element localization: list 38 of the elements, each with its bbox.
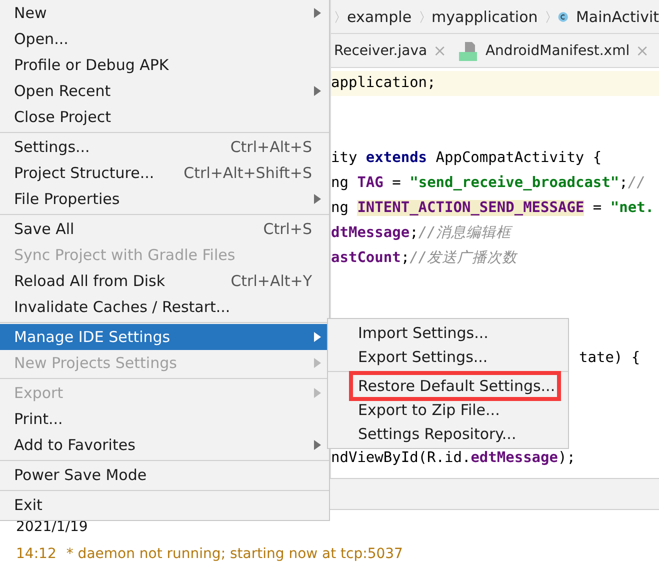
menu-item[interactable]: Settings... Ctrl+Alt+S [0,134,329,160]
menu-item[interactable]: Close Project [0,104,329,130]
menu-item[interactable]: Exit [0,492,329,518]
log-line: 14:12 * daemon not running; starting now at tcp:5037 [16,545,404,563]
menu-item[interactable]: Project Structure... Ctrl+Alt+Shift+S [0,160,329,186]
menu-item[interactable]: Power Save Mode [0,462,329,488]
menu-item[interactable]: New [0,0,329,26]
menu-item[interactable]: Import Settings... [328,321,554,345]
code-line: application; [331,75,436,91]
tab-label: AndroidManifest.xml [485,42,630,58]
menu-item[interactable]: Reload All from Disk Ctrl+Alt+Y [0,268,329,294]
code-line: ndViewById(R.id.edtMessage); [331,450,576,466]
menu-item[interactable]: Export Settings... [328,345,554,369]
menu-item[interactable]: Add to Favorites [0,432,329,458]
menu-item[interactable]: Invalidate Caches / Restart... [0,294,329,320]
menu-item[interactable]: Profile or Debug APK [0,52,329,78]
breadcrumb-item[interactable]: example [346,8,412,26]
menu-item[interactable]: Manage IDE Settings [0,324,329,350]
menu-item[interactable]: Restore Default Settings... [352,374,558,398]
menu-item[interactable]: Open Recent [0,78,329,104]
editor-tab[interactable]: AndroidManifest.xml × [456,34,659,67]
code-line: tate) { [579,350,640,366]
code-line: ng TAG = "send_receive_broadcast";// [331,175,646,191]
menu-item[interactable]: Settings Repository... [328,422,554,446]
manifest-file-icon [459,40,480,60]
code-line: astCount;//发送广播次数 [331,250,518,266]
menu-item[interactable]: File Properties [0,186,329,212]
code-line: dtMessage;//消息编辑框 [331,225,511,241]
menu-item[interactable]: Export to Zip File... [328,398,554,422]
tab-label: Receiver.java [334,42,428,58]
code-line: ity extends AppCompatActivity { [331,150,602,166]
log-line: 2021/1/19 [16,518,89,537]
menu-item[interactable]: Save All Ctrl+S [0,216,329,242]
breadcrumb-item[interactable]: MainActivit [576,8,659,26]
menu-item[interactable]: Print... [0,406,329,432]
editor-tab[interactable]: Receiver.java × [331,34,456,67]
breadcrumb-item[interactable]: myapplication [432,8,538,26]
menu-item[interactable]: Open... [0,26,329,52]
